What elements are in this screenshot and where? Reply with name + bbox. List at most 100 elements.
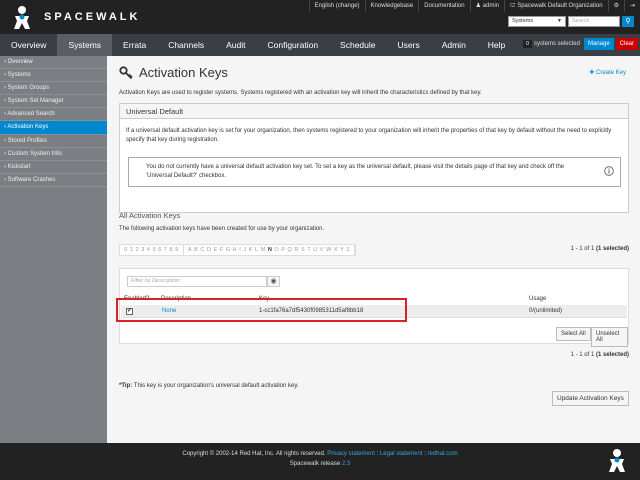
search-input[interactable]: Search (568, 16, 620, 27)
alert-text: You do not currently have a universal de… (146, 164, 565, 179)
release-label: Spacewalk release (289, 461, 341, 467)
manage-button[interactable]: Manage (583, 38, 614, 50)
sidebar-item-label: Advanced Search (7, 111, 55, 118)
sidebar-item-stored-profiles[interactable]: › Stored Profiles (0, 135, 107, 148)
nav-schedule[interactable]: Schedule (329, 34, 386, 56)
release-version-link[interactable]: 2.3 (342, 461, 350, 467)
sidebar-item-software-crashes[interactable]: › Software Crashes (0, 174, 107, 187)
knowledgebase-link[interactable]: Knowledgebase (364, 0, 419, 12)
sidebar-item-label: Systems (7, 72, 31, 79)
alphabar-char: 9 (175, 247, 179, 253)
preferences-icon[interactable]: ⚙ (607, 0, 624, 12)
universal-default-alert: You do not currently have a universal de… (128, 157, 621, 187)
sidebar-item-activation-keys[interactable]: › Activation Keys (0, 121, 107, 135)
sidebar-item-label: Software Crashes (7, 176, 56, 183)
sidebar-item-system-groups[interactable]: › System Groups (0, 82, 107, 96)
sidebar-item-label: System Groups (7, 85, 50, 92)
nav-audit[interactable]: Audit (215, 34, 256, 56)
nav-overview[interactable]: Overview (0, 34, 57, 56)
sidebar: › Overview › Systems › System Groups › S… (0, 56, 107, 443)
filter-row: Filter by Description: ◉ (127, 276, 280, 287)
alphabar-char: O (274, 247, 279, 253)
sidebar-item-label: Overview (7, 59, 33, 65)
redhat-link[interactable]: redhat.com (428, 451, 458, 457)
usage-value: 0/(unlimited) (529, 308, 563, 314)
pagination-range: 1 - 1 of 1 (570, 352, 595, 358)
legal-link[interactable]: Legal statement (380, 451, 423, 457)
header: SPACEWALK English (change) Knowledgebase… (0, 0, 640, 34)
nav-channels[interactable]: Channels (157, 34, 215, 56)
universal-default-description: If a universal default activation key is… (126, 128, 612, 143)
alphabar-char: Z (346, 247, 350, 253)
filter-input[interactable]: Filter by Description: (127, 276, 267, 287)
copyright-text: Copyright © 2002-14 Red Hat, Inc. All ri… (182, 451, 326, 457)
user-link[interactable]: ♟ admin (469, 0, 504, 12)
nav-admin[interactable]: Admin (431, 34, 477, 56)
unselect-all-button[interactable]: Unselect All (591, 327, 628, 347)
key-icon (119, 65, 133, 79)
create-key-link[interactable]: ✚ Create Key (589, 69, 626, 76)
nav-help[interactable]: Help (477, 34, 516, 56)
create-key-label: Create Key (595, 70, 626, 76)
organization-link[interactable]: ⛫ Spacewalk Default Organization (504, 0, 608, 12)
search-button[interactable]: ⚲ (622, 16, 634, 27)
pagination-summary-bottom: 1 - 1 of 1 (1 selected) (571, 352, 629, 358)
sidebar-item-label: Stored Profiles (7, 137, 48, 144)
page-intro: Activation Keys are used to register sys… (119, 90, 482, 96)
update-activation-keys-button[interactable]: Update Activation Keys (552, 391, 629, 406)
pagination-summary: 1 - 1 of 1 (1 selected) (571, 246, 629, 252)
utility-bar: English (change) Knowledgebase Documenta… (308, 0, 640, 12)
sidebar-item-label: Activation Keys (7, 124, 49, 131)
selected-count-label: systems selected (533, 41, 580, 47)
organization-name: Spacewalk Default Organization (517, 3, 603, 9)
alphabar-digits: 0123456789 (120, 245, 184, 255)
plus-icon: ✚ (589, 70, 596, 76)
pagination-selected: (1 selected) (595, 352, 629, 358)
sidebar-item-systems[interactable]: › Systems (0, 69, 107, 83)
sign-out-icon[interactable]: ⇥ (623, 0, 640, 12)
chevron-down-icon: ▼ (557, 18, 562, 24)
selected-count-badge: 0 (523, 40, 532, 48)
sidebar-item-overview[interactable]: › Overview (0, 56, 107, 70)
tip-text: This key is your organization's universa… (133, 383, 299, 389)
alphabar-char: M (260, 247, 266, 253)
privacy-link[interactable]: Privacy statement (327, 451, 375, 457)
sidebar-item-custom-system-info[interactable]: › Custom System Info (0, 148, 107, 161)
spacewalk-logo-icon[interactable] (8, 3, 36, 31)
eye-icon: ◉ (270, 278, 277, 285)
all-keys-description: The following activation keys have been … (119, 226, 325, 232)
sidebar-item-system-set-manager[interactable]: › System Set Manager (0, 95, 107, 109)
alphabar-char: D (206, 247, 211, 253)
page-header: Activation Keys (119, 65, 228, 80)
search-bar: Systems ▼ Search ⚲ (508, 16, 634, 27)
main-nav: Overview Systems Errata Channels Audit C… (0, 34, 640, 56)
alphabar-char: U (313, 247, 318, 253)
user-name: admin (482, 3, 499, 9)
page-title: Activation Keys (139, 65, 228, 80)
alphabar-char[interactable]: N (267, 247, 274, 253)
sidebar-item-label: Kickstart (7, 163, 31, 170)
filter-button[interactable]: ◉ (267, 276, 280, 287)
alphabar: 0123456789 ABCDEFGHIJKLMNOPQRSTUVWXYZ (119, 244, 357, 256)
nav-users[interactable]: Users (387, 34, 431, 56)
documentation-link[interactable]: Documentation (418, 0, 469, 12)
sidebar-item-kickstart[interactable]: › Kickstart (0, 161, 107, 174)
nav-errata[interactable]: Errata (112, 34, 157, 56)
nav-configuration[interactable]: Configuration (256, 34, 329, 56)
all-keys-heading: All Activation Keys (119, 211, 181, 220)
search-icon: ⚲ (625, 18, 631, 25)
nav-systems[interactable]: Systems (57, 34, 113, 56)
column-usage[interactable]: Usage (529, 296, 546, 302)
language-link[interactable]: English (change) (308, 0, 365, 12)
sidebar-item-advanced-search[interactable]: › Advanced Search (0, 108, 107, 122)
tip-label: *Tip: (119, 383, 133, 389)
pagination-selected: (1 selected) (595, 246, 629, 252)
alphabar-char: G (225, 247, 231, 253)
system-selection: 0 systems selected Manage Clear (523, 38, 638, 50)
clear-button[interactable]: Clear (615, 38, 638, 50)
search-scope-select[interactable]: Systems ▼ (508, 16, 566, 27)
alphabar-char: H (232, 247, 237, 253)
brand-name[interactable]: SPACEWALK (44, 11, 140, 23)
select-all-button[interactable]: Select All (556, 327, 591, 341)
universal-default-panel: Universal Default If a universal default… (119, 103, 629, 213)
